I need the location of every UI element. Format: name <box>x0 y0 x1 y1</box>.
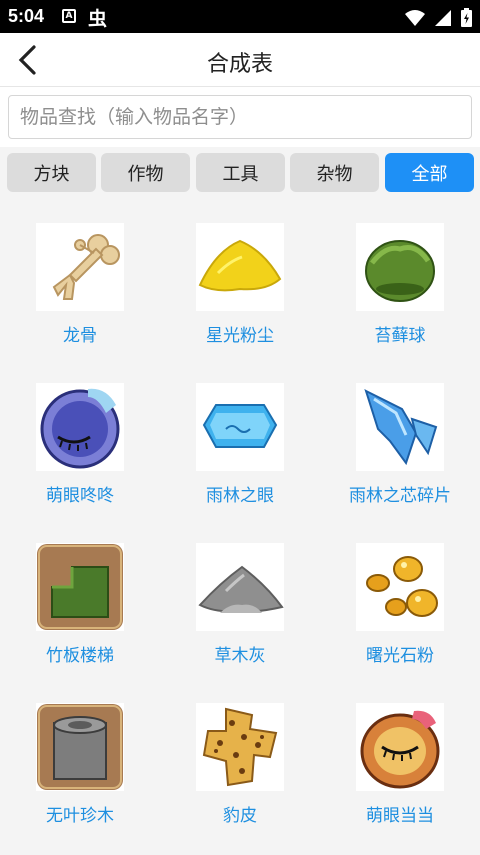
search-input[interactable] <box>8 95 472 139</box>
item-name: 无叶珍木 <box>46 806 114 826</box>
item-card[interactable]: 无叶珍木 <box>0 679 160 839</box>
gray-wood-block-icon <box>36 703 124 791</box>
item-name: 竹板楼梯 <box>46 646 114 666</box>
item-name: 苔藓球 <box>374 326 426 346</box>
leopard-hide-icon <box>196 703 284 791</box>
item-card[interactable]: 雨林之芯碎片 <box>320 359 480 519</box>
blue-crystal-shard-icon <box>356 383 444 471</box>
app-bar: 合成表 <box>0 33 480 87</box>
item-name: 星光粉尘 <box>206 326 274 346</box>
item-name: 豹皮 <box>223 806 257 826</box>
tab-misc[interactable]: 杂物 <box>290 153 379 192</box>
category-tabs: 方块 作物 工具 杂物 全部 <box>0 147 480 199</box>
item-name: 曙光石粉 <box>366 646 434 666</box>
blue-gem-icon <box>196 383 284 471</box>
item-card[interactable]: 星光粉尘 <box>160 199 320 359</box>
item-card[interactable]: 豹皮 <box>160 679 320 839</box>
blue-eye-egg-icon <box>36 383 124 471</box>
tab-all[interactable]: 全部 <box>385 153 474 192</box>
item-name: 龙骨 <box>63 326 97 346</box>
bamboo-stairs-icon <box>36 543 124 631</box>
item-card[interactable]: 苔藓球 <box>320 199 480 359</box>
item-card[interactable]: 竹板楼梯 <box>0 519 160 679</box>
item-card[interactable]: 龙骨 <box>0 199 160 359</box>
item-name: 萌眼当当 <box>366 806 434 826</box>
signal-icon <box>434 9 451 26</box>
battery-icon <box>461 8 472 27</box>
bone-icon <box>36 223 124 311</box>
ash-pile-icon <box>196 543 284 631</box>
notification-a-icon: A <box>62 9 76 23</box>
wifi-icon <box>404 9 425 26</box>
status-time: 5:04 <box>8 6 45 26</box>
item-card[interactable]: 萌眼当当 <box>320 679 480 839</box>
orange-eye-egg-icon <box>356 703 444 791</box>
notification-bug-icon: 虫 <box>88 8 108 30</box>
item-name: 雨林之眼 <box>206 486 274 506</box>
status-icons <box>401 7 472 27</box>
tab-blocks[interactable]: 方块 <box>7 153 96 192</box>
tab-crops[interactable]: 作物 <box>101 153 190 192</box>
item-name: 萌眼咚咚 <box>46 486 114 506</box>
page-title: 合成表 <box>206 52 273 77</box>
item-card[interactable]: 草木灰 <box>160 519 320 679</box>
item-card[interactable]: 曙光石粉 <box>320 519 480 679</box>
item-card[interactable]: 雨林之眼 <box>160 359 320 519</box>
item-name: 草木灰 <box>214 646 266 666</box>
amber-stones-icon <box>356 543 444 631</box>
yellow-dust-icon <box>196 223 284 311</box>
tab-tools[interactable]: 工具 <box>196 153 285 192</box>
item-name: 雨林之芯碎片 <box>349 486 451 506</box>
status-bar: 5:04 A 虫 <box>0 0 480 33</box>
search-bar <box>0 87 480 147</box>
moss-ball-icon <box>356 223 444 311</box>
item-card[interactable]: 萌眼咚咚 <box>0 359 160 519</box>
